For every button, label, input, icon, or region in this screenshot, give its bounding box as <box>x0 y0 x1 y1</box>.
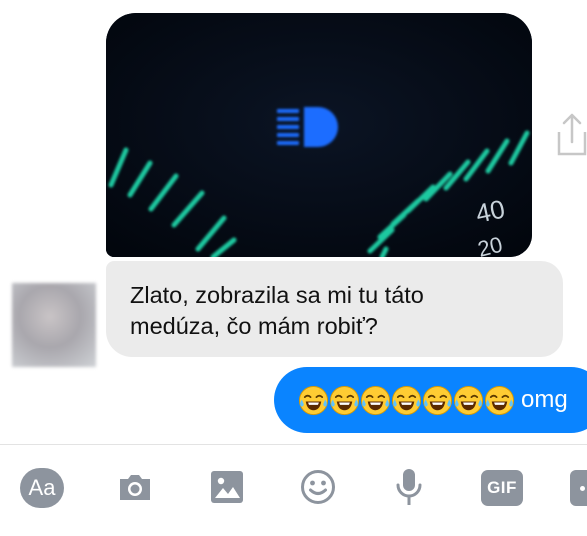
headlight-indicator-icon <box>277 107 338 147</box>
message-line-2: medúza, čo mám robiť? <box>130 313 378 339</box>
text-input-button[interactable]: Aa <box>20 468 64 508</box>
share-icon[interactable] <box>555 112 587 158</box>
laughing-emoji-icon <box>453 385 484 415</box>
message-line-1: Zlato, zobrazila sa mi tu táto <box>130 282 424 308</box>
gallery-button[interactable] <box>204 467 250 507</box>
composer-toolbar: Aa GIF <box>0 445 587 536</box>
dashboard-photo: 40 20 <box>106 13 532 257</box>
more-icon <box>580 486 585 491</box>
text-button-label: Aa <box>28 475 56 500</box>
microphone-icon <box>396 469 422 505</box>
gif-button[interactable]: GIF <box>481 470 523 506</box>
outgoing-message-bubble[interactable]: omg <box>274 367 587 433</box>
emoji-icon <box>301 470 335 504</box>
outgoing-message-text: omg <box>521 386 568 413</box>
microphone-button[interactable] <box>386 467 432 507</box>
incoming-message-bubble[interactable]: Zlato, zobrazila sa mi tu táto medúza, č… <box>106 261 563 357</box>
emoji-button[interactable] <box>295 467 341 507</box>
gif-button-label: GIF <box>487 478 517 497</box>
camera-button[interactable] <box>112 467 158 507</box>
shared-photo[interactable]: 40 20 <box>106 13 532 257</box>
emoji-row <box>298 385 515 416</box>
gallery-icon <box>211 471 243 503</box>
avatar[interactable] <box>12 283 96 367</box>
laughing-emoji-icon <box>484 385 515 415</box>
laughing-emoji-icon <box>360 385 391 415</box>
laughing-emoji-icon <box>391 385 422 415</box>
more-button[interactable] <box>570 470 587 506</box>
laughing-emoji-icon <box>329 385 360 415</box>
laughing-emoji-icon <box>422 385 453 415</box>
gauge-number-40: 40 <box>473 194 508 229</box>
camera-icon <box>120 475 150 500</box>
laughing-emoji-icon <box>298 385 329 415</box>
